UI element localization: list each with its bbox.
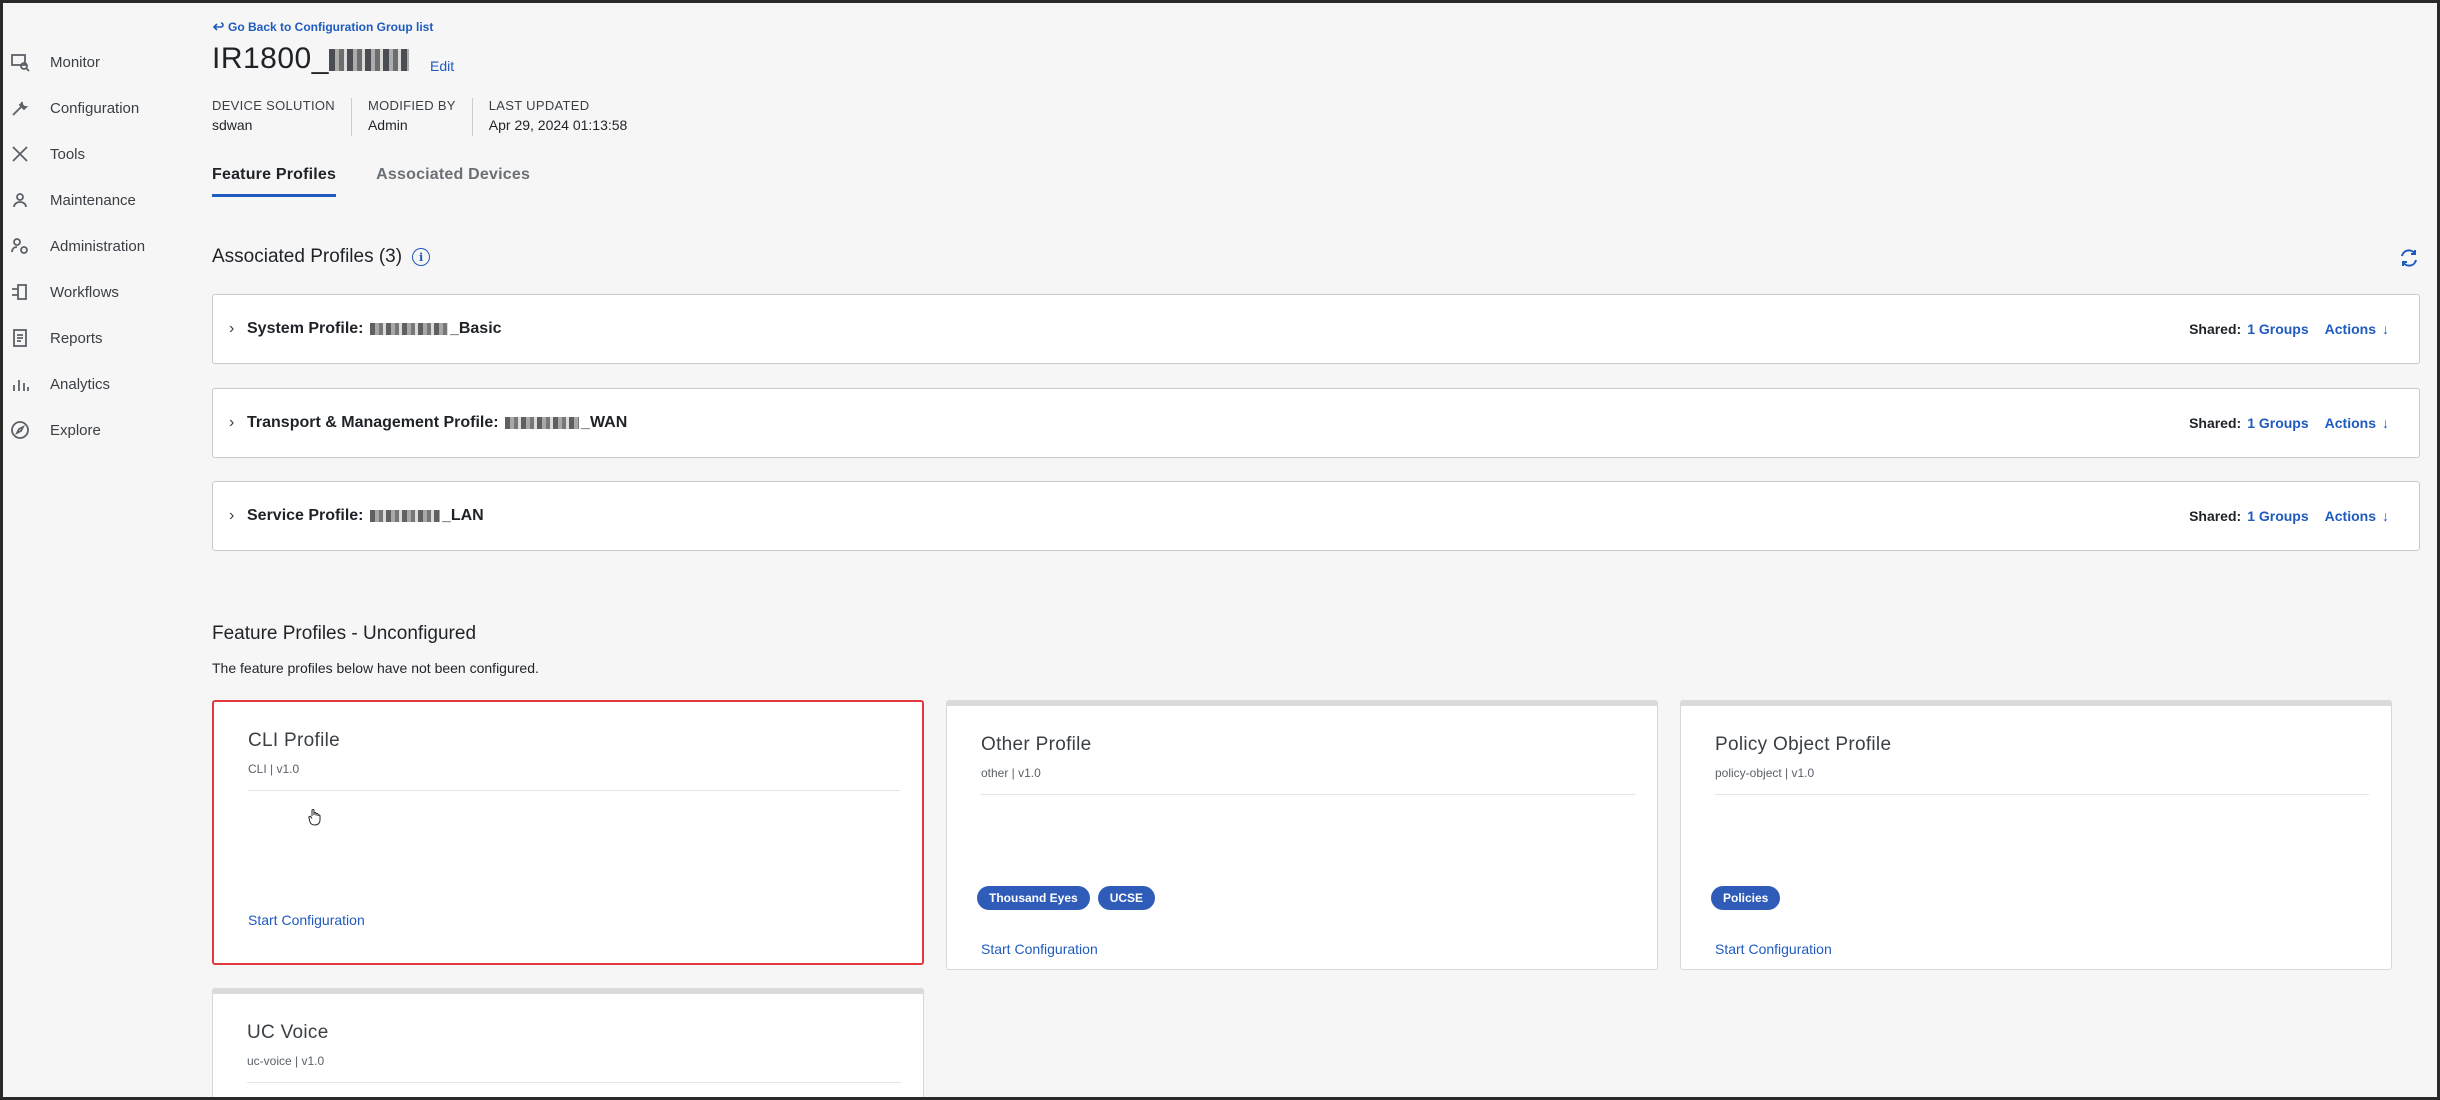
tab-associated-devices[interactable]: Associated Devices <box>376 166 530 197</box>
card-cli-profile[interactable]: CLI Profile CLI | v1.0 Start Configurati… <box>212 700 924 965</box>
redacted-text <box>369 322 448 335</box>
sidebar-item-workflows[interactable]: Workflows <box>8 274 176 310</box>
redacted-text <box>369 509 440 522</box>
meta-device-solution: DEVICE SOLUTION sdwan <box>212 98 352 136</box>
sidebar-item-label: Maintenance <box>50 191 136 209</box>
sidebar-item-label: Configuration <box>50 99 140 117</box>
tab-bar: Feature Profiles Associated Devices <box>212 166 530 197</box>
start-configuration-button[interactable]: Start Configuration <box>248 912 365 928</box>
card-subtitle: CLI | v1.0 <box>248 762 300 776</box>
chevron-right-icon[interactable]: › <box>229 320 243 338</box>
sidebar-item-label: Explore <box>50 421 101 439</box>
sidebar-item-label: Administration <box>50 237 146 255</box>
card-title: Other Profile <box>981 734 1092 755</box>
divider <box>247 1082 901 1083</box>
profile-row-meta: Shared: 1 Groups Actions ↓ <box>2189 321 2389 337</box>
sidebar-item-tools[interactable]: Tools <box>8 136 176 172</box>
edit-button[interactable]: Edit <box>430 58 454 74</box>
sidebar-item-label: Reports <box>50 329 103 347</box>
card-title: Policy Object Profile <box>1715 734 1892 755</box>
arrow-down-icon: ↓ <box>2382 321 2389 337</box>
sidebar-item-label: Monitor <box>50 53 101 71</box>
chevron-right-icon[interactable]: › <box>229 507 243 525</box>
start-configuration-button[interactable]: Start Configuration <box>1715 941 1832 957</box>
profile-row-system[interactable]: › System Profile: _Basic Shared: 1 Group… <box>212 294 2420 364</box>
sidebar-item-administration[interactable]: Administration <box>8 228 176 264</box>
divider <box>981 794 1635 795</box>
card-title: UC Voice <box>247 1022 329 1043</box>
profile-name: Transport & Management Profile: _WAN <box>247 414 628 431</box>
groups-link[interactable]: 1 Groups <box>2247 321 2308 337</box>
tag-badge: Policies <box>1711 886 1781 910</box>
divider <box>248 790 900 791</box>
unconfigured-description: The feature profiles below have not been… <box>212 660 539 676</box>
card-subtitle: uc-voice | v1.0 <box>247 1054 325 1068</box>
card-other-profile[interactable]: Other Profile other | v1.0 Thousand Eyes… <box>946 700 1658 970</box>
tools-icon <box>8 142 32 166</box>
start-configuration-button[interactable]: Start Configuration <box>981 941 1098 957</box>
arrow-down-icon: ↓ <box>2382 508 2389 524</box>
profile-name: System Profile: _Basic <box>247 320 502 337</box>
actions-menu[interactable]: Actions ↓ <box>2325 415 2389 431</box>
sidebar-item-configuration[interactable]: Configuration <box>8 90 176 126</box>
workflows-icon <box>8 280 32 304</box>
sidebar-item-monitor[interactable]: Monitor <box>8 44 176 80</box>
wrench-icon <box>8 96 32 120</box>
actions-menu[interactable]: Actions ↓ <box>2325 321 2389 337</box>
tag-badge: UCSE <box>1097 886 1156 910</box>
tag-badge: Thousand Eyes <box>977 886 1090 910</box>
refresh-icon[interactable] <box>2398 247 2420 269</box>
chevron-right-icon[interactable]: › <box>229 414 243 432</box>
card-subtitle: policy-object | v1.0 <box>1715 766 1815 780</box>
tab-feature-profiles[interactable]: Feature Profiles <box>212 166 337 197</box>
card-subtitle: other | v1.0 <box>981 766 1041 780</box>
maintenance-icon <box>8 188 32 212</box>
back-to-config-group-link[interactable]: Go Back to Configuration Group list <box>212 20 433 34</box>
profile-row-meta: Shared: 1 Groups Actions ↓ <box>2189 508 2389 524</box>
back-icon <box>212 22 224 31</box>
meta-modified-by: MODIFIED BY Admin <box>368 98 473 136</box>
meta-info: DEVICE SOLUTION sdwan MODIFIED BY Admin … <box>212 98 659 136</box>
groups-link[interactable]: 1 Groups <box>2247 508 2308 524</box>
profile-row-transport[interactable]: › Transport & Management Profile: _WAN S… <box>212 388 2420 458</box>
info-icon[interactable]: i <box>412 248 431 266</box>
redacted-text <box>505 416 580 429</box>
sidebar-item-maintenance[interactable]: Maintenance <box>8 182 176 218</box>
sidebar-item-label: Workflows <box>50 283 119 301</box>
associated-profiles-heading: Associated Profiles (3) i <box>212 246 431 268</box>
profile-row-meta: Shared: 1 Groups Actions ↓ <box>2189 415 2389 431</box>
tag-list: Thousand Eyes UCSE <box>977 886 1156 910</box>
card-policy-object-profile[interactable]: Policy Object Profile policy-object | v1… <box>1680 700 2392 970</box>
hand-cursor-icon <box>308 809 321 826</box>
sidebar-item-reports[interactable]: Reports <box>8 320 176 356</box>
main-content: Go Back to Configuration Group list IR18… <box>212 0 2420 1100</box>
arrow-down-icon: ↓ <box>2382 415 2389 431</box>
reports-icon <box>8 326 32 350</box>
meta-last-updated: LAST UPDATED Apr 29, 2024 01:13:58 <box>488 98 628 133</box>
profile-row-service[interactable]: › Service Profile: _LAN Shared: 1 Groups… <box>212 481 2420 551</box>
monitor-icon <box>8 50 32 74</box>
actions-menu[interactable]: Actions ↓ <box>2325 508 2389 524</box>
profile-name: Service Profile: _LAN <box>247 507 484 524</box>
sidebar-item-label: Analytics <box>50 375 111 393</box>
tag-list: Policies <box>1711 886 1781 910</box>
divider <box>1715 794 2369 795</box>
sidebar: Monitor Configuration Tools Maintenance … <box>0 0 180 1100</box>
card-title: CLI Profile <box>248 730 341 751</box>
sidebar-item-analytics[interactable]: Analytics <box>8 366 176 402</box>
page-title: IR1800_ <box>212 42 409 76</box>
unconfigured-heading: Feature Profiles - Unconfigured <box>212 623 477 644</box>
sidebar-item-label: Tools <box>50 145 86 163</box>
sidebar-item-explore[interactable]: Explore <box>8 412 176 448</box>
analytics-icon <box>8 372 32 396</box>
compass-icon <box>8 418 32 442</box>
card-uc-voice[interactable]: UC Voice uc-voice | v1.0 <box>212 988 924 1100</box>
admin-icon <box>8 234 32 258</box>
redacted-name <box>328 49 409 72</box>
groups-link[interactable]: 1 Groups <box>2247 415 2308 431</box>
